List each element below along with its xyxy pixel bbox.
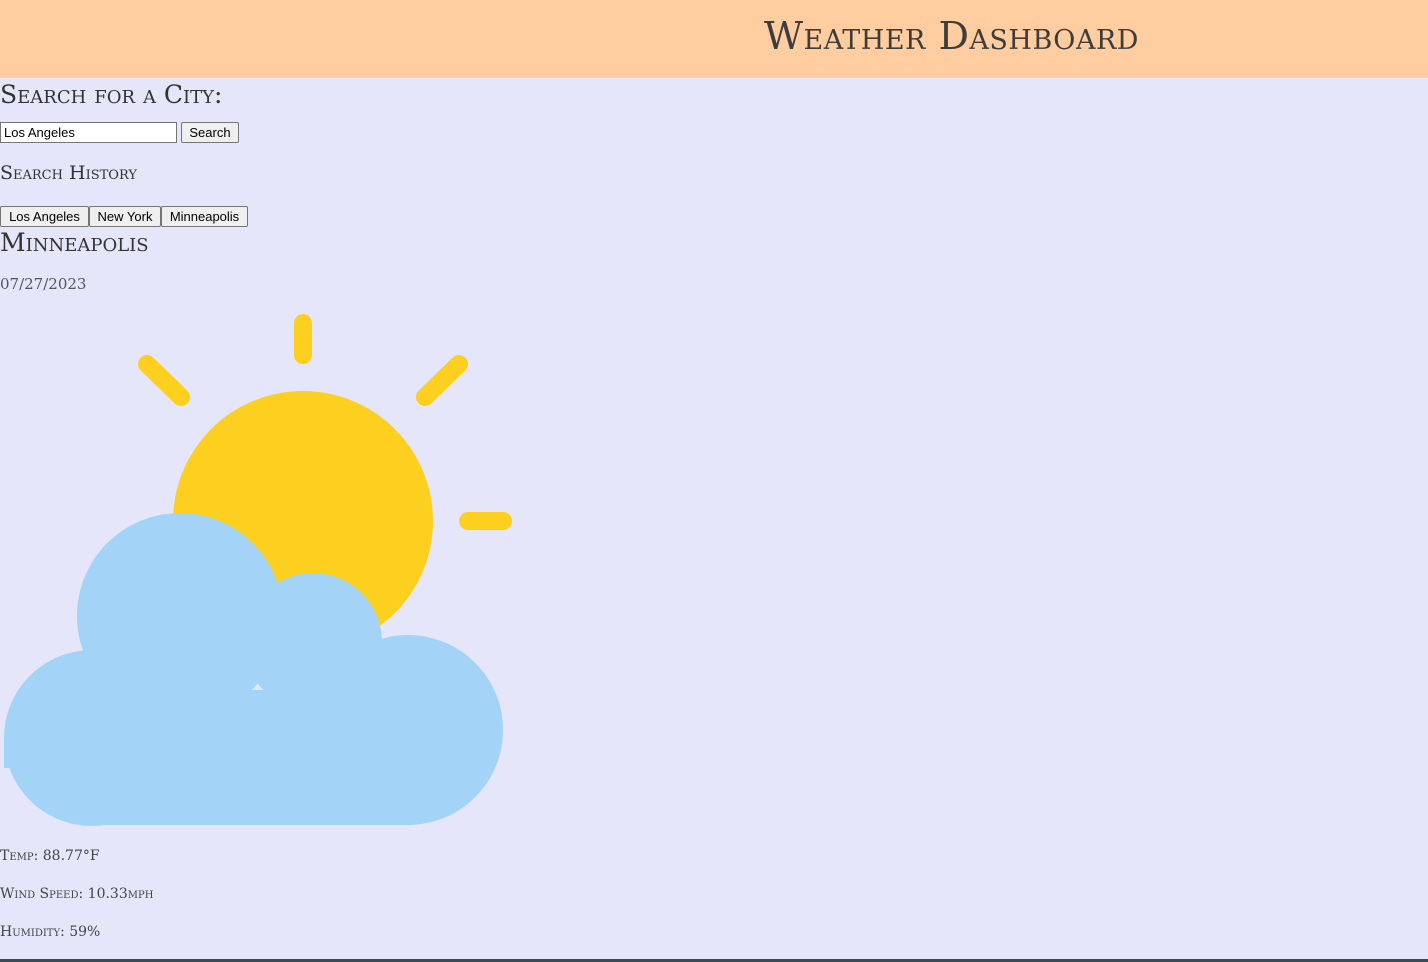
search-history-heading: Search History [0,162,137,184]
page-title: Weather Dashboard [764,14,1139,58]
current-city-name: Minneapolis [0,228,149,257]
header-bar: Weather Dashboard [0,0,1428,78]
city-search-input[interactable] [0,122,177,143]
search-heading: Search for a City: [0,80,223,109]
current-date: 07/27/2023 [0,275,87,293]
history-button-los-angeles[interactable]: Los Angeles [0,206,89,227]
search-history-list: Los Angeles New York Minneapolis [0,206,248,227]
search-button[interactable]: Search [181,122,239,143]
temperature-value: Temp: 88.77°F [0,848,100,864]
sun-ray [138,355,190,406]
history-button-minneapolis[interactable]: Minneapolis [161,206,248,227]
humidity-value: Humidity: 59% [0,924,101,940]
wind-speed-value: Wind Speed: 10.33mph [0,886,154,902]
sun-ray [416,355,468,406]
partly-cloudy-icon [4,314,512,826]
cloud-icon [4,513,503,826]
history-button-new-york[interactable]: New York [89,206,161,227]
